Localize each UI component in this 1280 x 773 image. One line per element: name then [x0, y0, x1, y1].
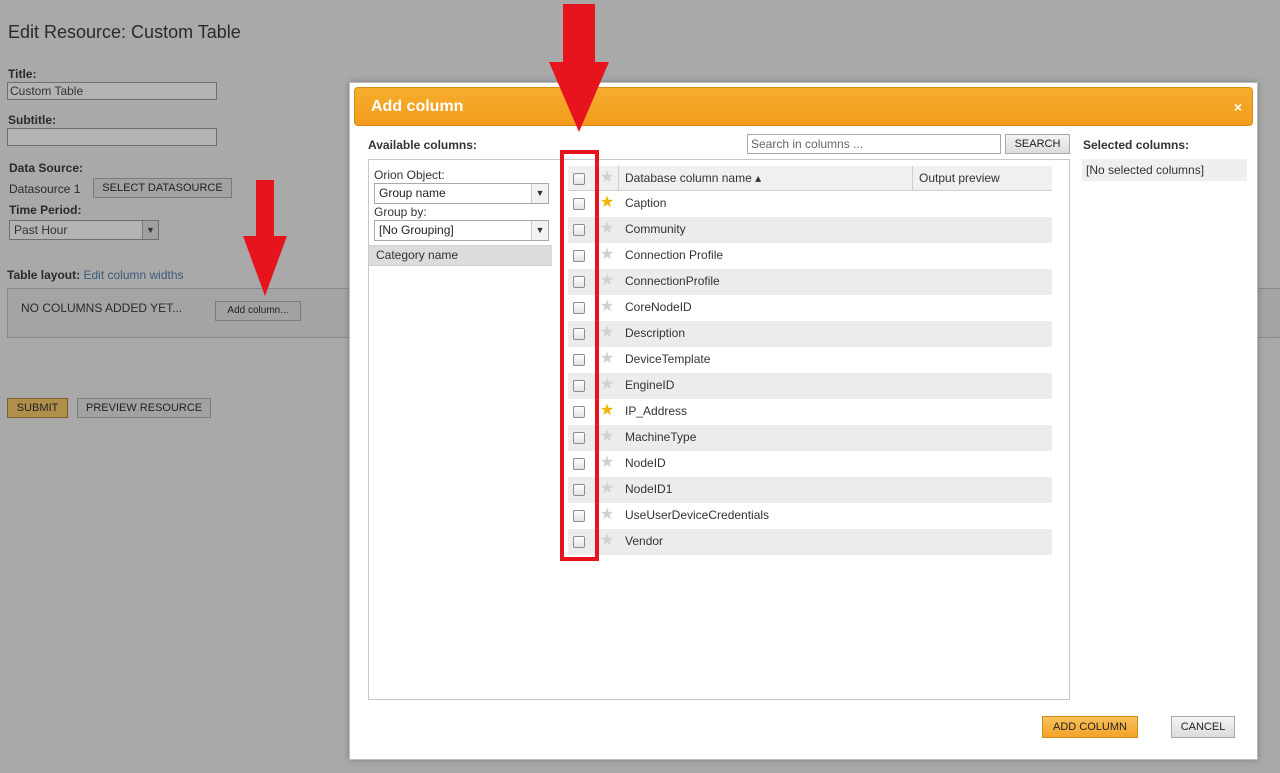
annotation-overlay [243, 4, 609, 296]
annotation-highlight-box [560, 150, 599, 561]
annotation-arrow-icon [549, 4, 609, 132]
annotation-arrow-icon [243, 180, 287, 296]
